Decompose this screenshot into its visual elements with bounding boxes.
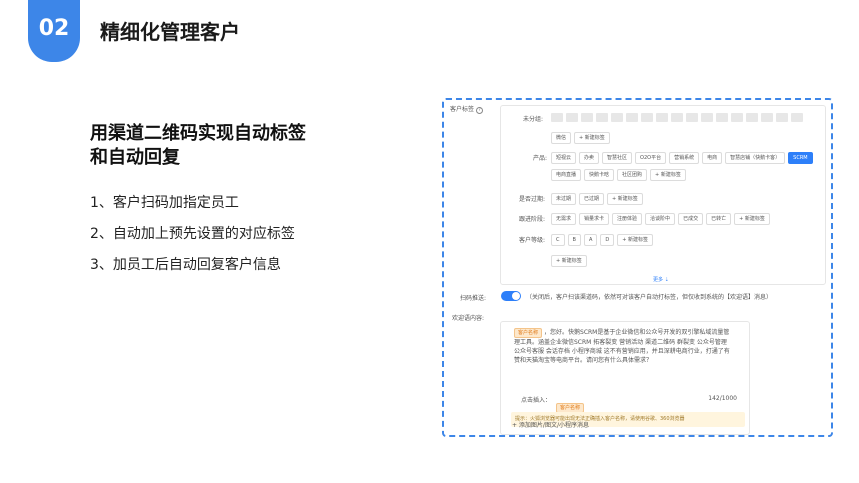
- qrcode-push-toggle[interactable]: [501, 291, 521, 301]
- qrcode-push-label: 扫码推送:: [460, 295, 487, 302]
- section-subtitle: 用渠道二维码实现自动标签 和自动回复: [90, 122, 390, 170]
- chevron-down-icon: ⇣: [664, 277, 669, 283]
- insert-label: 点击插入：: [521, 397, 552, 404]
- character-counter: 142/1000: [708, 395, 737, 402]
- product-tags-row-2: 电商直播 快鹅卡晗 社区团购 + 新建标签: [551, 169, 686, 181]
- help-icon[interactable]: ?: [476, 107, 484, 114]
- new-tag-button[interactable]: + 新建标签: [574, 132, 610, 144]
- expired-label: 是否过期:: [519, 196, 546, 203]
- tag-chip[interactable]: O2O平台: [635, 152, 667, 164]
- tag-chip[interactable]: B: [567, 234, 581, 246]
- new-tag-button[interactable]: + 新建标签: [617, 234, 653, 246]
- level-tags-row: C B A D + 新建标签: [551, 234, 653, 246]
- tag-selector: 未分组: 微信 + 新建标签 产品: 短视云 办卖 智慧社区 O2O平台 营销系…: [500, 105, 826, 285]
- tag-chip[interactable]: C: [551, 234, 565, 246]
- ungrouped-tags-row: 微信 + 新建标签: [551, 132, 610, 144]
- toggle-knob: [512, 292, 520, 300]
- insert-customer-name-button[interactable]: 客户名称: [556, 394, 586, 413]
- welcome-message-label: 欢迎语内容:: [452, 315, 485, 322]
- product-tags-row: 短视云 办卖 智慧社区 O2O平台 营销系统 电商 智慧店铺（快鹅卡客） SCR…: [551, 152, 813, 164]
- customer-level-label: 客户等级:: [519, 237, 546, 244]
- blurred-tags-row: [551, 113, 803, 122]
- add-media-button[interactable]: + 添加图片/图文/小程序消息: [512, 420, 589, 429]
- slide-header: 02 精细化管理客户: [0, 0, 859, 70]
- page-title: 精细化管理客户: [100, 20, 240, 44]
- tag-chip[interactable]: D: [600, 234, 615, 246]
- tag-chip[interactable]: 注册体验: [612, 213, 643, 225]
- new-tag-button[interactable]: + 新建标签: [551, 255, 587, 267]
- customer-name-tag: 客户名称: [514, 328, 543, 338]
- follow-stage-label: 跟进阶段:: [519, 216, 546, 223]
- step-item: 2、自动加上预先设置的对应标签: [90, 226, 295, 242]
- step-item: 3、加员工后自动回复客户信息: [90, 257, 281, 273]
- tag-chip[interactable]: 电商直播: [551, 169, 582, 181]
- tag-chip[interactable]: 未过期: [551, 193, 577, 205]
- tag-chip[interactable]: A: [583, 234, 598, 246]
- ungrouped-label: 未分组:: [523, 116, 544, 123]
- subtitle-line-1: 用渠道二维码实现自动标签: [90, 123, 306, 144]
- tag-chip[interactable]: 已过期: [579, 193, 605, 205]
- tag-chip[interactable]: 销量求卡: [579, 213, 610, 225]
- welcome-message-text[interactable]: 客户名称 ，您好。快鹅SCRM是基于企业微信和公众号开发的双引擎私域流量管理工具。…: [514, 328, 734, 365]
- new-tag-button[interactable]: + 新建标签: [734, 213, 770, 225]
- section-number-badge: 02: [28, 0, 80, 62]
- tag-chip[interactable]: 洽谈阶中: [645, 213, 676, 225]
- customer-tags-label: 客户标签?: [450, 104, 484, 114]
- tag-chip[interactable]: 社区团购: [617, 169, 648, 181]
- qrcode-push-description: （关闭后，客户扫该渠道码，依然可对该客户自动打标签，但仅收到系统的【欢迎语】消息…: [526, 294, 773, 301]
- tag-chip-selected[interactable]: SCRM: [788, 152, 813, 164]
- standalone-add-row: + 新建标签: [551, 255, 587, 267]
- channel-qrcode-settings-panel: 客户标签? 未分组: 微信 + 新建标签 产品: 短视云 办卖 智慧社区 O2O…: [442, 98, 833, 437]
- expired-tags-row: 未过期 已过期 + 新建标签: [551, 193, 643, 205]
- new-tag-button[interactable]: + 新建标签: [650, 169, 686, 181]
- tag-chip[interactable]: 办卖: [579, 152, 600, 164]
- new-tag-button[interactable]: + 新建标签: [607, 193, 643, 205]
- welcome-message-editor[interactable]: 客户名称 ，您好。快鹅SCRM是基于企业微信和公众号开发的双引擎私域流量管理工具。…: [500, 321, 750, 435]
- subtitle-line-2: 和自动回复: [90, 147, 180, 168]
- more-link[interactable]: 更多 ⇣: [653, 276, 669, 283]
- tag-chip[interactable]: 营销系统: [669, 152, 700, 164]
- tag-chip[interactable]: 智慧社区: [602, 152, 633, 164]
- tag-chip[interactable]: 已转亡: [706, 213, 732, 225]
- tag-chip[interactable]: 已成交: [678, 213, 704, 225]
- product-label: 产品:: [533, 155, 548, 162]
- tag-chip[interactable]: 智慧店铺（快鹅卡客）: [725, 152, 786, 164]
- tag-chip[interactable]: 无需求: [551, 213, 577, 225]
- tag-chip[interactable]: 电商: [702, 152, 723, 164]
- tag-chip[interactable]: 微信: [551, 132, 572, 144]
- tag-chip[interactable]: 短视云: [551, 152, 577, 164]
- step-item: 1、客户扫码加指定员工: [90, 195, 239, 211]
- tag-chip[interactable]: 快鹅卡晗: [584, 169, 615, 181]
- steps-list: 1、客户扫码加指定员工 2、自动加上预先设置的对应标签 3、加员工后自动回复客户…: [90, 193, 295, 286]
- stage-tags-row: 无需求 销量求卡 注册体验 洽谈阶中 已成交 已转亡 + 新建标签: [551, 213, 770, 225]
